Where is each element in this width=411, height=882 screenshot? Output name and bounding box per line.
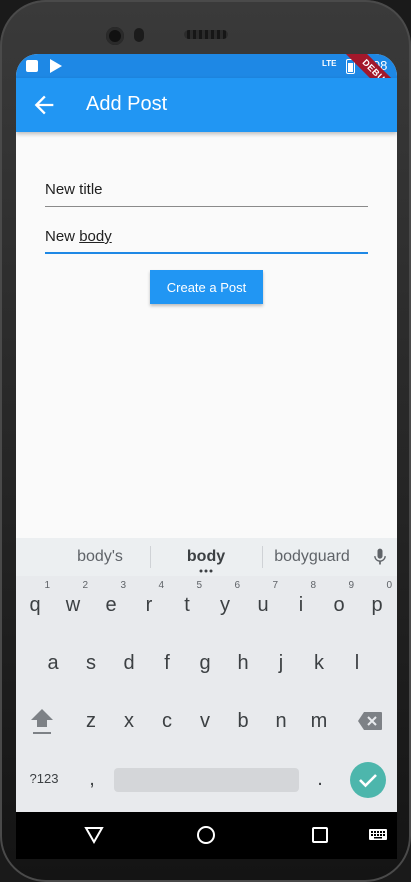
space-bar[interactable] <box>114 768 299 792</box>
notification-square-icon <box>26 60 38 72</box>
keyboard-icon[interactable] <box>366 823 390 847</box>
key-p[interactable]: p0 <box>359 580 395 626</box>
key-y[interactable]: y6 <box>207 580 243 626</box>
enter-key[interactable] <box>350 762 386 798</box>
key-a[interactable]: a <box>35 642 71 684</box>
back-button[interactable] <box>30 91 58 119</box>
more-suggestions-icon[interactable] <box>198 569 214 573</box>
shift-key[interactable] <box>24 700 60 742</box>
key-t[interactable]: t5 <box>169 580 205 626</box>
suggestion-divider <box>262 546 263 568</box>
composing-word: body <box>79 228 112 245</box>
suggestion-bar: body's body bodyguard <box>16 538 397 576</box>
circle-home-icon[interactable] <box>194 823 218 847</box>
backspace-icon <box>358 712 382 730</box>
key-v[interactable]: v <box>187 700 223 742</box>
key-l[interactable]: l <box>339 642 375 684</box>
title-field[interactable]: New title <box>45 167 368 207</box>
title-field-value: New title <box>45 181 103 198</box>
key-k[interactable]: k <box>301 642 337 684</box>
body-field-underline <box>45 252 368 254</box>
key-u[interactable]: u7 <box>245 580 281 626</box>
key-e[interactable]: e3 <box>93 580 129 626</box>
suggestion-divider <box>150 546 151 568</box>
key-n[interactable]: n <box>263 700 299 742</box>
key-c[interactable]: c <box>149 700 185 742</box>
microphone-icon[interactable] <box>370 547 390 567</box>
title-field-underline <box>45 206 368 207</box>
status-bar: LTE 1:08 DEBUG <box>16 54 397 111</box>
key-r[interactable]: r4 <box>131 580 167 626</box>
period-key[interactable]: . <box>302 758 338 800</box>
body-field[interactable]: New body <box>45 214 368 254</box>
page-title: Add Post <box>86 93 168 115</box>
key-z[interactable]: z <box>73 700 109 742</box>
shift-icon <box>31 709 53 734</box>
navigation-bar <box>16 812 397 859</box>
square-recents-icon[interactable] <box>308 823 332 847</box>
proximity-sensor <box>134 28 144 42</box>
suggestion-right[interactable]: bodyguard <box>266 548 358 566</box>
key-s[interactable]: s <box>73 642 109 684</box>
screen: LTE 1:08 DEBUG Add Post New title New bo… <box>16 54 397 847</box>
checkmark-icon <box>359 774 377 788</box>
symbols-key[interactable]: ?123 <box>24 758 64 800</box>
create-post-button[interactable]: Create a Post <box>150 270 263 304</box>
key-g[interactable]: g <box>187 642 223 684</box>
key-m[interactable]: m <box>301 700 337 742</box>
key-x[interactable]: x <box>111 700 147 742</box>
keyboard: body's body bodyguard q1 w2 e3 r4 t5 y6 … <box>16 538 397 817</box>
suggestion-left[interactable]: body's <box>60 548 140 566</box>
key-w[interactable]: w2 <box>55 580 91 626</box>
body-field-value: New body <box>45 228 112 245</box>
comma-key[interactable]: , <box>74 758 110 800</box>
app-bar: Add Post <box>16 78 397 132</box>
play-store-icon <box>50 59 62 73</box>
triangle-back-icon[interactable] <box>82 823 106 847</box>
arrow-left-icon <box>34 95 54 115</box>
earpiece-speaker <box>184 30 228 39</box>
network-type: LTE <box>322 59 337 68</box>
key-i[interactable]: i8 <box>283 580 319 626</box>
key-h[interactable]: h <box>225 642 261 684</box>
key-f[interactable]: f <box>149 642 185 684</box>
backspace-key[interactable] <box>352 700 388 742</box>
key-b[interactable]: b <box>225 700 261 742</box>
key-d[interactable]: d <box>111 642 147 684</box>
suggestion-center[interactable]: body <box>166 548 246 566</box>
key-o[interactable]: o9 <box>321 580 357 626</box>
key-j[interactable]: j <box>263 642 299 684</box>
key-q[interactable]: q1 <box>17 580 53 626</box>
front-camera <box>106 27 124 45</box>
